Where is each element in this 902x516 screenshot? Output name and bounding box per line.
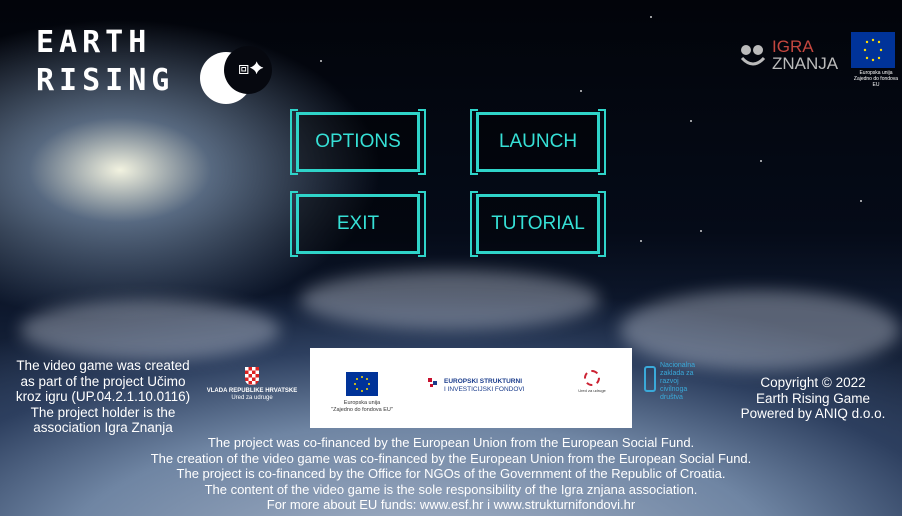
project-info-line3: kroz igru (UP.04.2.1.10.0116)	[15, 389, 191, 404]
znanja-text: ZNANJA	[772, 54, 839, 73]
footer-line3: The project is co-financed by the Office…	[176, 466, 726, 482]
star	[700, 230, 702, 232]
launch-button[interactable]: LAUNCH	[470, 109, 606, 175]
esif-logo: EUROPSKI STRUKTURNI I INVESTICIJSKI FOND…	[444, 378, 574, 394]
main-menu-screen: EARTH RISING ⧈✦ IGRA ZNANJA Europska uni…	[0, 0, 902, 516]
zaklada-line5: društva	[660, 394, 683, 401]
launch-button-label: LAUNCH	[498, 131, 578, 152]
tutorial-button-label: TUTORIAL	[491, 213, 585, 234]
zaklada-bracket-icon	[644, 366, 656, 392]
project-info-line2: as part of the project Učimo	[20, 373, 186, 389]
cloud-layer	[300, 270, 600, 330]
game-logo: EARTH RISING	[36, 26, 174, 98]
vlada-line1: VLADA REPUBLIKE HRVATSKE	[206, 388, 298, 394]
copyright-line1: Copyright © 2022	[760, 375, 866, 390]
star	[690, 120, 692, 122]
eu-small-line2: "Zajedno do fondova EU"	[331, 407, 393, 413]
zaklada-logo: Nacionalna zaklada za razvoj civilnoga d…	[644, 362, 724, 402]
star	[580, 90, 582, 92]
zaklada-line2: zaklada za	[660, 370, 694, 377]
star	[760, 160, 762, 162]
croatian-shield-icon	[245, 367, 259, 385]
options-button-label: OPTIONS	[315, 131, 401, 152]
star	[860, 200, 862, 202]
ured-text: Ured za udruge	[578, 388, 606, 393]
eu-flag-caption: Europska unija Zajedno do fondova EU	[850, 70, 902, 88]
copyright-block: Copyright © 2022 Earth Rising Game Power…	[728, 375, 898, 422]
cloud-layer	[620, 290, 900, 370]
tutorial-button[interactable]: TUTORIAL	[470, 191, 606, 257]
zaklada-line1: Nacionalna	[660, 362, 696, 369]
project-info-line5: association Igra Znanja	[33, 420, 173, 435]
project-info-line4: The project holder is the	[30, 404, 176, 420]
cube-icon: ⧈✦	[238, 58, 264, 78]
esif-line2: I INVESTICIJSKI FONDOVI	[444, 386, 525, 393]
igra-znanja-logo: IGRA ZNANJA	[740, 37, 839, 73]
eu-small-line1: Europska unija	[343, 400, 381, 406]
sponsor-banner: Europska unija "Zajedno do fondova EU" E…	[310, 348, 632, 428]
star	[650, 16, 652, 18]
project-info: The video game was created as part of th…	[8, 358, 198, 436]
logo-title-line2: RISING	[36, 63, 175, 98]
exit-button-label: EXIT	[336, 213, 380, 234]
esif-line1: EUROPSKI STRUKTURNI	[444, 378, 523, 385]
zaklada-line3: razvoj	[660, 378, 679, 385]
igra-text: IGRA	[772, 37, 814, 56]
cloud-layer	[20, 300, 280, 360]
ured-rose-icon	[584, 370, 600, 386]
star	[320, 60, 322, 62]
ured-za-udruge-logo: Ured za udruge	[572, 370, 612, 393]
star	[640, 240, 642, 242]
eu-small-caption: Europska unija "Zajedno do fondova EU"	[322, 400, 402, 414]
exit-button[interactable]: EXIT	[290, 191, 426, 257]
zaklada-line4: civilnoga	[660, 386, 688, 393]
options-button[interactable]: OPTIONS	[290, 109, 426, 175]
smile-icon	[740, 45, 766, 66]
esif-squares-icon	[428, 378, 437, 387]
eu-flag-small-icon	[346, 372, 378, 396]
footer-line5: For more about EU funds: www.esf.hr i ww…	[266, 497, 636, 513]
vlada-line2: Ured za udruge	[231, 395, 273, 401]
footer-line4: The content of the video game is the sol…	[204, 481, 698, 497]
project-info-line1: The video game was created	[16, 358, 190, 373]
footer-line2: The creation of the video game was co-fi…	[150, 450, 752, 466]
copyright-line3: Powered by ANIQ d.o.o.	[740, 406, 886, 421]
eu-caption-line2: Zajedno do fondova EU	[853, 76, 899, 88]
copyright-line2: Earth Rising Game	[755, 390, 871, 406]
vlada-logo: VLADA REPUBLIKE HRVATSKE Ured za udruge	[200, 367, 304, 402]
logo-title-line1: EARTH	[36, 25, 152, 60]
eu-flag-icon	[851, 32, 895, 68]
footer-line1: The project was co-financed by the Europ…	[207, 435, 695, 450]
funding-footer: The project was co-financed by the Europ…	[0, 435, 902, 513]
